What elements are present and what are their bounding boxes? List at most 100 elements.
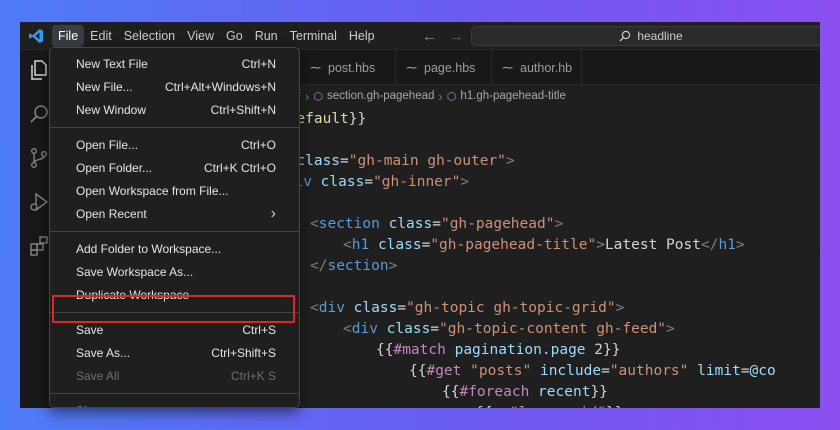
menu-terminal[interactable]: Terminal	[284, 25, 343, 47]
menu-item-label: Save	[76, 322, 104, 337]
menu-separator	[50, 393, 299, 394]
title-bar: File Edit Selection View Go Run Terminal Help ←…	[20, 22, 820, 50]
code-token: include	[539, 363, 602, 379]
menu-item-add-folder-to-workspace[interactable]: Add Folder to Workspace...	[50, 237, 299, 260]
menu-item-save-all: Save All Ctrl+K S	[50, 364, 299, 387]
code-token: h1	[351, 237, 370, 253]
explorer-icon[interactable]	[27, 58, 51, 82]
code-token: "gh-pagehead"	[440, 216, 555, 232]
menu-separator	[50, 231, 299, 232]
code-token: <	[310, 300, 319, 316]
code-token: recent	[538, 384, 591, 400]
chevron-right-icon: ›	[271, 402, 276, 408]
menu-file[interactable]: File	[52, 24, 85, 47]
menu-go[interactable]: Go	[220, 25, 249, 47]
menu-item-share[interactable]: Share ›	[50, 399, 299, 408]
code-line: {{> "loop-grid"}}	[475, 403, 623, 408]
menu-item-shortcut: Ctrl+Shift+S	[211, 345, 276, 360]
tab-author-hb[interactable]: ⁓ author.hb	[492, 50, 582, 85]
menu-item-label: Save All	[76, 368, 120, 383]
code-line: <div class="gh-topic-content gh-feed">	[343, 319, 675, 340]
menu-item-save-workspace-as[interactable]: Save Workspace As...	[50, 260, 299, 283]
code-token: }}	[348, 111, 367, 127]
menu-edit[interactable]: Edit	[84, 25, 118, 47]
code-token: >	[460, 174, 470, 190]
tab-page-hbs[interactable]: ⁓ page.hbs	[396, 50, 492, 85]
code-token: class	[386, 321, 431, 337]
menu-item-duplicate-workspace[interactable]: Duplicate Workspace	[50, 283, 299, 306]
code-token: <	[343, 321, 352, 337]
code-token: {{	[475, 405, 492, 408]
menu-item-shortcut: Ctrl+S	[242, 322, 276, 337]
menu-item-open-workspace-from-file[interactable]: Open Workspace from File...	[50, 179, 299, 202]
source-control-icon[interactable]	[27, 146, 51, 170]
code-token: </	[310, 258, 328, 274]
menu-item-new-text-file[interactable]: New Text File Ctrl+N	[50, 52, 299, 75]
search-icon	[619, 30, 631, 42]
menu-item-new-file[interactable]: New File... Ctrl+Alt+Windows+N	[50, 75, 299, 98]
run-debug-icon[interactable]	[27, 190, 51, 214]
menu-item-open-recent[interactable]: Open Recent ›	[50, 202, 299, 225]
code-token: {{	[376, 342, 394, 358]
menu-selection[interactable]: Selection	[118, 25, 181, 47]
forward-arrow-icon[interactable]: →	[449, 28, 464, 45]
code-token: =	[740, 363, 750, 379]
vscode-logo-icon[interactable]	[20, 22, 52, 50]
extensions-icon[interactable]	[27, 234, 51, 258]
breadcrumb-item[interactable]: h1.gh-pagehead-title	[460, 90, 566, 102]
code-line: </section>	[310, 256, 397, 277]
chevron-right-icon: ›	[438, 88, 443, 104]
code-token: <	[310, 216, 319, 232]
tab-label: post.hbs	[328, 60, 376, 75]
handlebars-file-icon: ⁓	[310, 62, 321, 74]
menu-item-shortcut: Ctrl+K Ctrl+O	[203, 160, 276, 175]
code-token: #foreach	[459, 384, 530, 400]
code-token: =	[397, 300, 407, 316]
menu-item-label: New Text File	[76, 56, 148, 71]
command-center-search[interactable]: headline	[471, 26, 820, 46]
search-sidebar-icon[interactable]	[27, 102, 51, 126]
code-token: @co	[749, 363, 776, 379]
tab-post-hbs[interactable]: ⁓ post.hbs	[300, 50, 396, 85]
code-token: "gh-inner"	[373, 174, 461, 190]
menu-help[interactable]: Help	[343, 25, 381, 47]
menu-item-shortcut: Ctrl+Alt+Windows+N	[164, 79, 276, 94]
menu-view[interactable]: View	[181, 25, 220, 47]
menu-item-shortcut: Ctrl+Shift+N	[210, 102, 276, 117]
menu-item-label: Open Folder...	[76, 160, 153, 175]
menu-item-label: Save Workspace As...	[76, 264, 194, 279]
back-arrow-icon[interactable]: ←	[422, 28, 437, 45]
code-token: section	[327, 258, 389, 274]
code-token: >	[554, 216, 564, 232]
menu-run[interactable]: Run	[249, 25, 284, 47]
menu-item-save[interactable]: Save Ctrl+S	[50, 318, 299, 341]
code-token: >	[596, 237, 605, 253]
menu-item-save-as[interactable]: Save As... Ctrl+Shift+S	[50, 341, 299, 364]
code-token: "loop-grid"	[510, 405, 606, 408]
code-line: <div class="gh-inner">	[277, 172, 469, 193]
code-token: limit	[697, 363, 741, 379]
menu-item-label: Open Recent	[76, 206, 147, 221]
menu-item-new-window[interactable]: New Window Ctrl+Shift+N	[50, 98, 299, 121]
menu-item-label: New File...	[76, 79, 133, 94]
menu-item-label: Share	[76, 404, 108, 408]
menu-item-open-file[interactable]: Open File... Ctrl+O	[50, 133, 299, 156]
tab-label: page.hbs	[424, 60, 476, 75]
code-token: #match	[393, 342, 446, 358]
menu-item-open-folder[interactable]: Open Folder... Ctrl+K Ctrl+O	[50, 156, 299, 179]
handlebars-file-icon: ⁓	[406, 62, 417, 74]
code-token: "gh-topic gh-topic-grid"	[406, 300, 616, 316]
breadcrumb-item[interactable]: section.gh-pagehead	[327, 90, 434, 102]
menu-item-shortcut: Ctrl+K S	[230, 368, 276, 383]
code-token: class	[377, 237, 422, 253]
code-line: {{#match pagination.page 2}}	[376, 340, 620, 361]
code-token: </	[700, 237, 719, 253]
code-token: class	[296, 153, 341, 169]
